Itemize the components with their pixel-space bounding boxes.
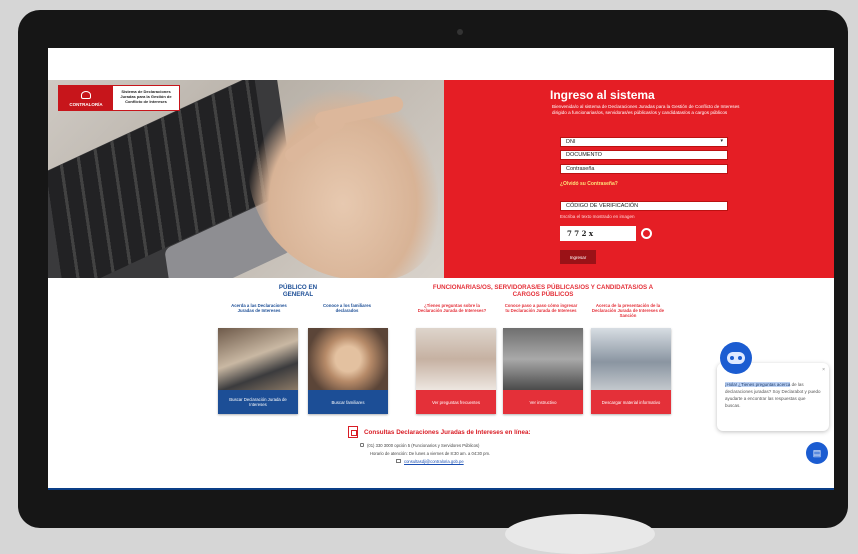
officials-sub-1: ¿Tienes preguntas sobre la Declaración J… (417, 303, 487, 314)
card-instructions[interactable]: Ver instructivo (503, 328, 583, 414)
chatbot-avatar[interactable] (720, 342, 752, 374)
logo-system-text: Sistema de Declaraciones Juradas para la… (120, 89, 172, 104)
login-intro: Bienvenida/o al sistema de Declaraciones… (552, 104, 740, 115)
card-search-family[interactable]: Buscar familiares (308, 328, 388, 414)
close-icon[interactable]: × (822, 367, 825, 374)
search-dji-button[interactable]: Buscar Declaración Jurada de Intereses (218, 390, 298, 414)
monitor-stand (505, 514, 655, 554)
mail-icon (396, 459, 401, 463)
forgot-password-link[interactable]: ¿Olvidó su Contraseña? (560, 181, 618, 187)
public-sub-2: Conoce a los familiares declarados (322, 303, 371, 314)
captcha-text: 7 7 2 x (567, 229, 594, 238)
robot-icon (727, 352, 745, 364)
public-heading: PÚBLICO EN GENERAL (278, 284, 318, 298)
hero-photo: CONTRALORÍA Sistema de Declaraciones Jur… (48, 80, 444, 278)
footer-line (48, 488, 834, 490)
laptop-typing-image (218, 328, 298, 390)
hero-section: CONTRALORÍA Sistema de Declaraciones Jur… (48, 80, 834, 278)
doc-type-value: DNI (566, 139, 576, 145)
card-material[interactable]: Descargar material informativo (591, 328, 671, 414)
officials-sub-2: Conoce paso a paso cómo ingresar tu Decl… (504, 303, 578, 314)
verification-code-input[interactable]: CÓDIGO DE VERIFICACIÓN (560, 201, 728, 211)
search-family-button[interactable]: Buscar familiares (308, 390, 388, 414)
emblem-icon (81, 91, 91, 99)
contraloria-logo[interactable]: CONTRALORÍA Sistema de Declaraciones Jur… (58, 85, 180, 111)
stacked-hands-image (308, 328, 388, 390)
phone-icon (360, 443, 364, 447)
consult-heading: Consultas Declaraciones Juradas de Inter… (348, 426, 531, 438)
login-title: Ingreso al sistema (550, 88, 655, 102)
document-icon (348, 426, 358, 438)
logo-org-text: CONTRALORÍA (69, 102, 103, 107)
chat-open-button[interactable]: ▤ (806, 442, 828, 464)
contact-email: consultasdji@contraloria.gob.pe (396, 459, 464, 464)
card-search-dji[interactable]: Buscar Declaración Jurada de Intereses (218, 328, 298, 414)
tablet-image (503, 328, 583, 390)
email-link[interactable]: consultasdji@contraloria.gob.pe (404, 459, 464, 464)
contact-phone: (01) 330 3000 opción 5 (Funcionarios y S… (360, 443, 479, 448)
document-placeholder: DOCUMENTO (566, 152, 602, 158)
login-panel: Ingreso al sistema Bienvenida/o al siste… (444, 80, 834, 278)
instructions-button[interactable]: Ver instructivo (503, 390, 583, 414)
password-input[interactable]: Contraseña (560, 164, 728, 174)
doc-type-select[interactable]: DNI ▾ (560, 137, 728, 147)
document-input[interactable]: DOCUMENTO (560, 150, 728, 160)
chat-greeting-highlight: ¡Hola! ¿Tienes preguntas acerca (725, 382, 791, 387)
public-sub-1: Acerda a las Declaraciones Juradas de In… (231, 303, 287, 314)
chevron-down-icon: ▾ (720, 138, 723, 144)
camera (457, 29, 463, 35)
top-strip (48, 48, 834, 80)
chat-icon: ▤ (812, 447, 822, 458)
password-placeholder: Contraseña (566, 166, 595, 172)
download-material-button[interactable]: Descargar material informativo (591, 390, 671, 414)
faq-button[interactable]: Ver preguntas frecuentes (416, 390, 496, 414)
thinking-woman-image (416, 328, 496, 390)
officials-heading: FUNCIONARIAS/OS, SERVIDORAS/ES PÚBLICAS/… (432, 284, 654, 298)
phone-text: (01) 330 3000 opción 5 (Funcionarios y S… (367, 443, 480, 448)
verification-placeholder: CÓDIGO DE VERIFICACIÓN (566, 203, 639, 209)
card-faq[interactable]: Ver preguntas frecuentes (416, 328, 496, 414)
contact-hours: Horario de atención: De lunes a viernes … (370, 451, 491, 456)
consult-title: Consultas Declaraciones Juradas de Inter… (364, 428, 531, 436)
login-button[interactable]: Ingresar (560, 250, 596, 264)
officials-sub-3: Acerca de la presentación de la Declarac… (591, 303, 665, 319)
captcha-hint: Escriba el texto mostrado en imagen (560, 214, 635, 219)
refresh-icon[interactable] (641, 228, 652, 239)
captcha-image: 7 7 2 x (560, 226, 636, 241)
logo-emblem: CONTRALORÍA (59, 86, 113, 110)
meeting-image (591, 328, 671, 390)
